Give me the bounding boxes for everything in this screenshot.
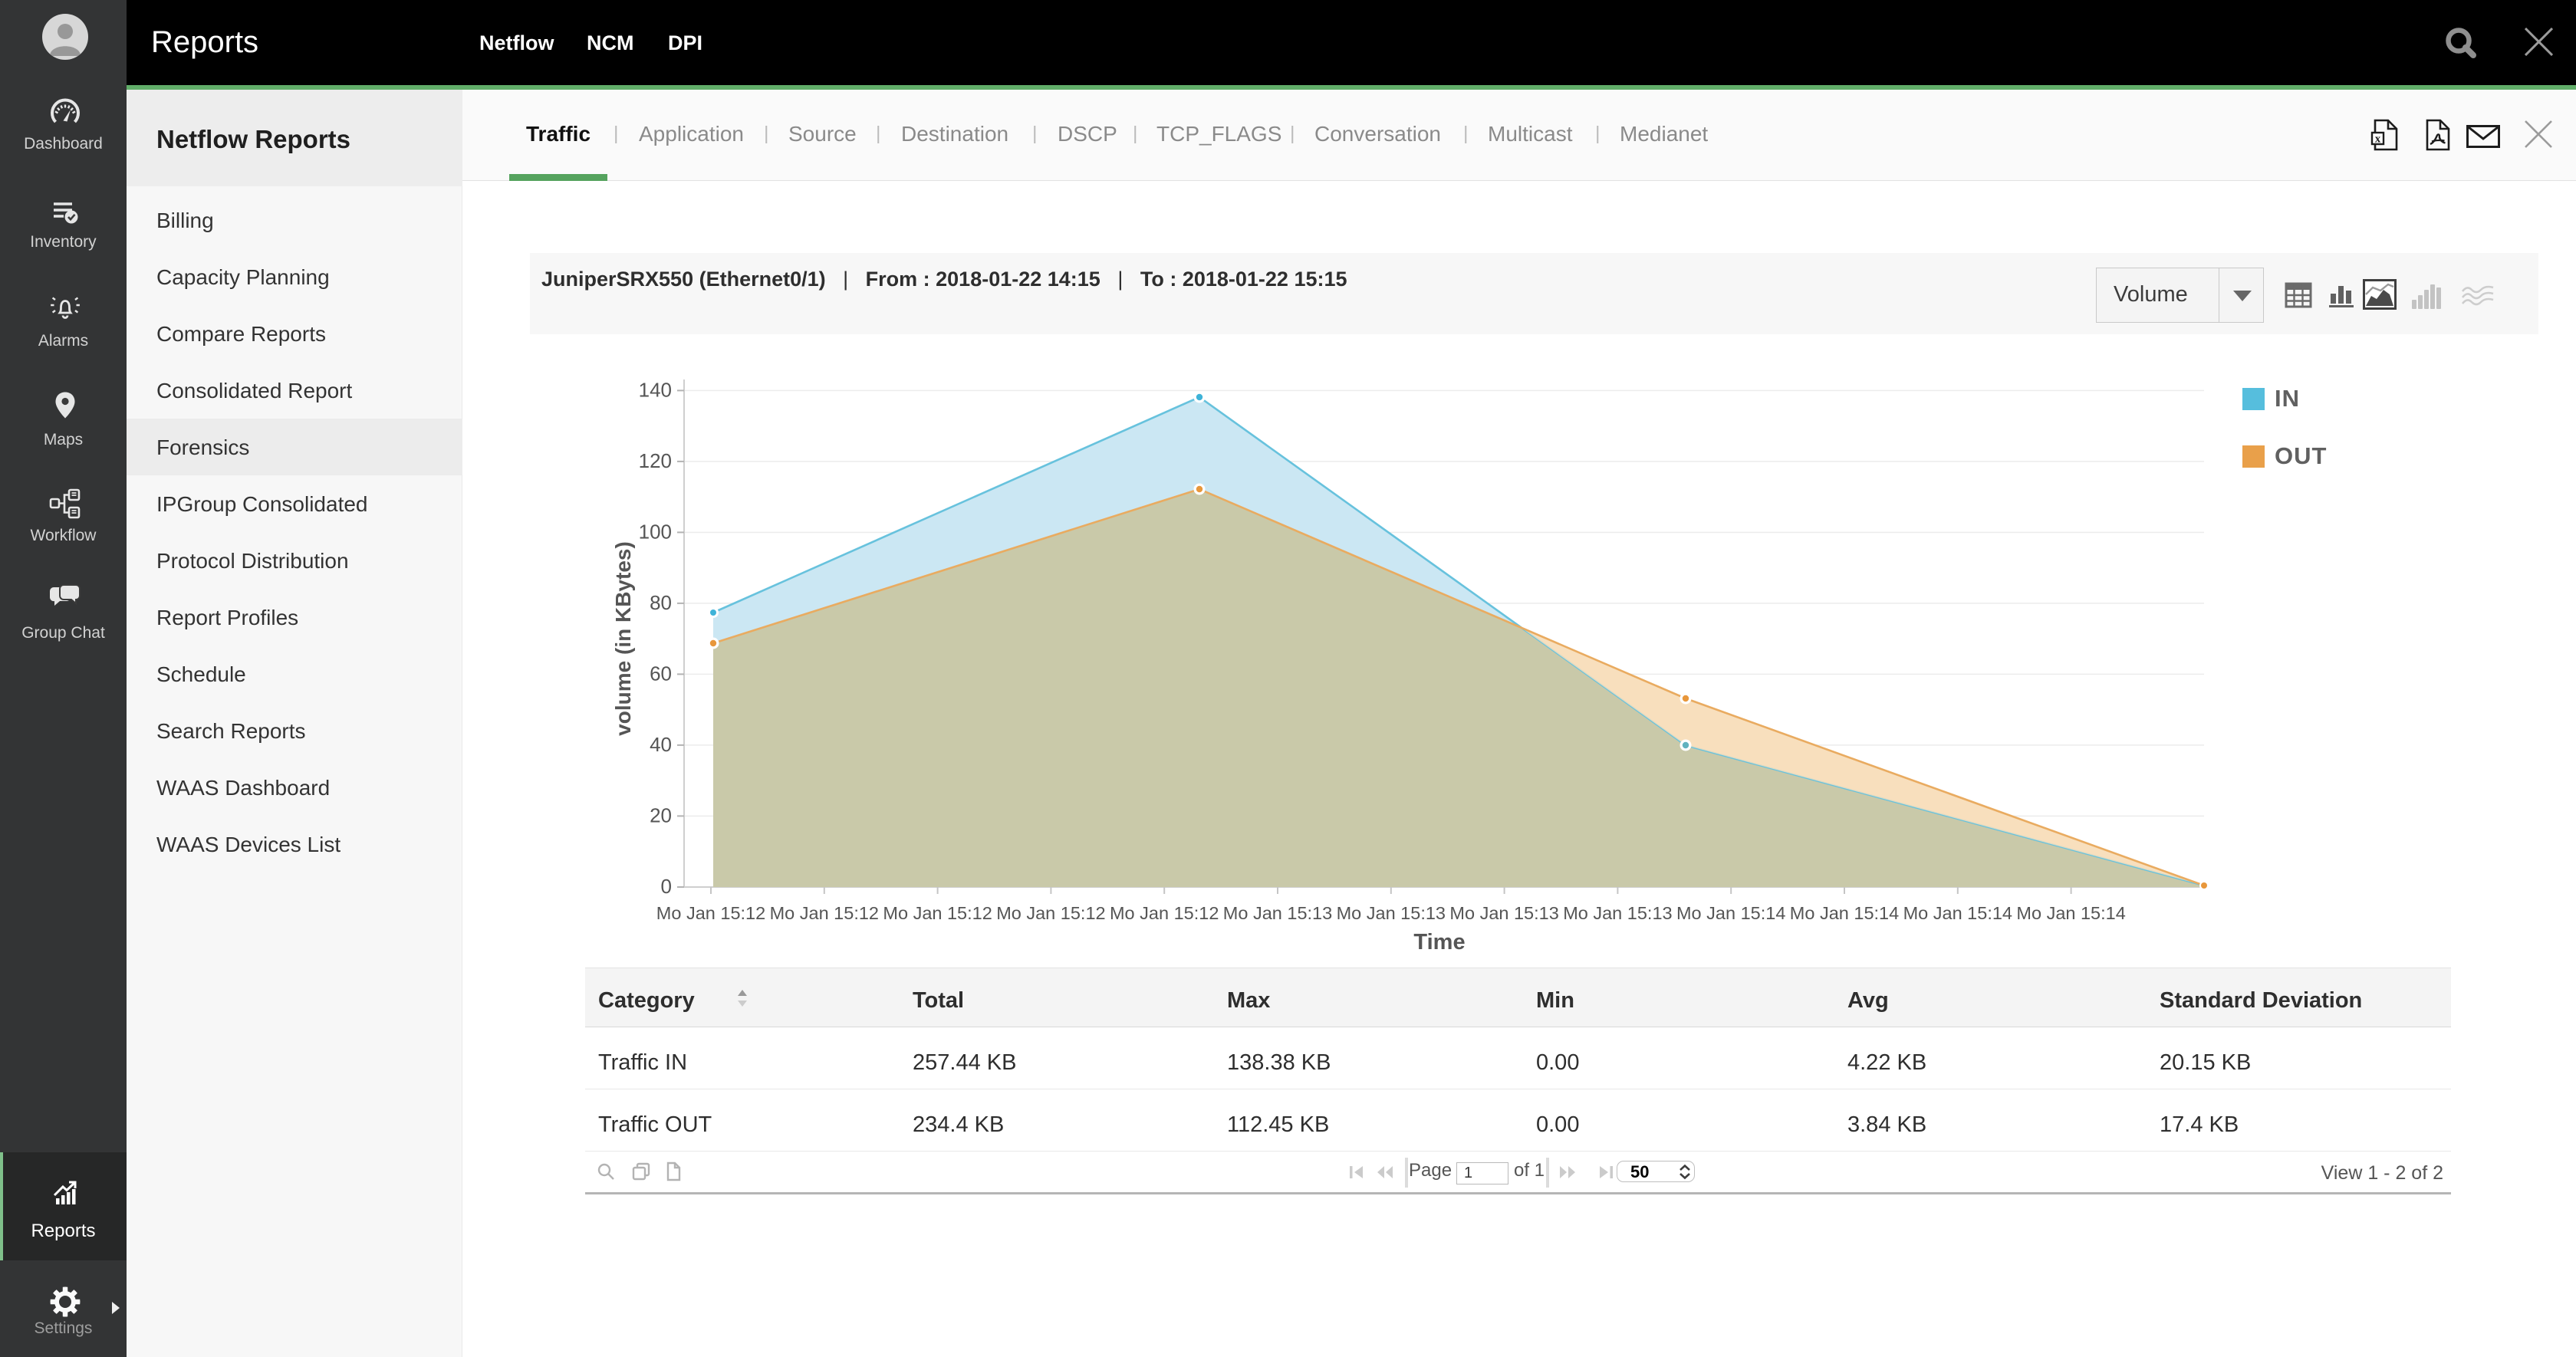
svg-text:40: 40: [650, 733, 672, 756]
svg-text:Time: Time: [1413, 930, 1465, 955]
svg-text:100: 100: [639, 520, 672, 543]
svg-text:Mo Jan 15:14: Mo Jan 15:14: [1903, 903, 2012, 923]
svg-text:Mo Jan 15:14: Mo Jan 15:14: [1676, 903, 1785, 923]
svg-text:120: 120: [639, 449, 672, 472]
svg-text:Mo Jan 15:13: Mo Jan 15:13: [1337, 903, 1446, 923]
svg-text:Mo Jan 15:12: Mo Jan 15:12: [996, 903, 1105, 923]
svg-text:140: 140: [639, 378, 672, 401]
svg-text:80: 80: [650, 591, 672, 614]
svg-text:IN: IN: [2275, 385, 2300, 412]
svg-text:Mo Jan 15:12: Mo Jan 15:12: [1110, 903, 1219, 923]
svg-text:Mo Jan 15:13: Mo Jan 15:13: [1223, 903, 1332, 923]
svg-text:Mo Jan 15:12: Mo Jan 15:12: [656, 903, 765, 923]
svg-text:20: 20: [650, 803, 672, 826]
svg-text:OUT: OUT: [2275, 442, 2327, 469]
svg-text:Mo Jan 15:13: Mo Jan 15:13: [1563, 903, 1672, 923]
svg-text:x: x: [2375, 133, 2381, 146]
svg-text:Mo Jan 15:12: Mo Jan 15:12: [883, 903, 992, 923]
svg-text:Mo Jan 15:13: Mo Jan 15:13: [1449, 903, 1558, 923]
svg-text:Mo Jan 15:14: Mo Jan 15:14: [2016, 903, 2125, 923]
svg-text:60: 60: [650, 662, 672, 685]
svg-text:0: 0: [661, 875, 672, 898]
svg-text:volume (in KBytes): volume (in KBytes): [611, 541, 635, 736]
svg-text:Mo Jan 15:12: Mo Jan 15:12: [770, 903, 879, 923]
svg-text:Mo Jan 15:14: Mo Jan 15:14: [1790, 903, 1899, 923]
